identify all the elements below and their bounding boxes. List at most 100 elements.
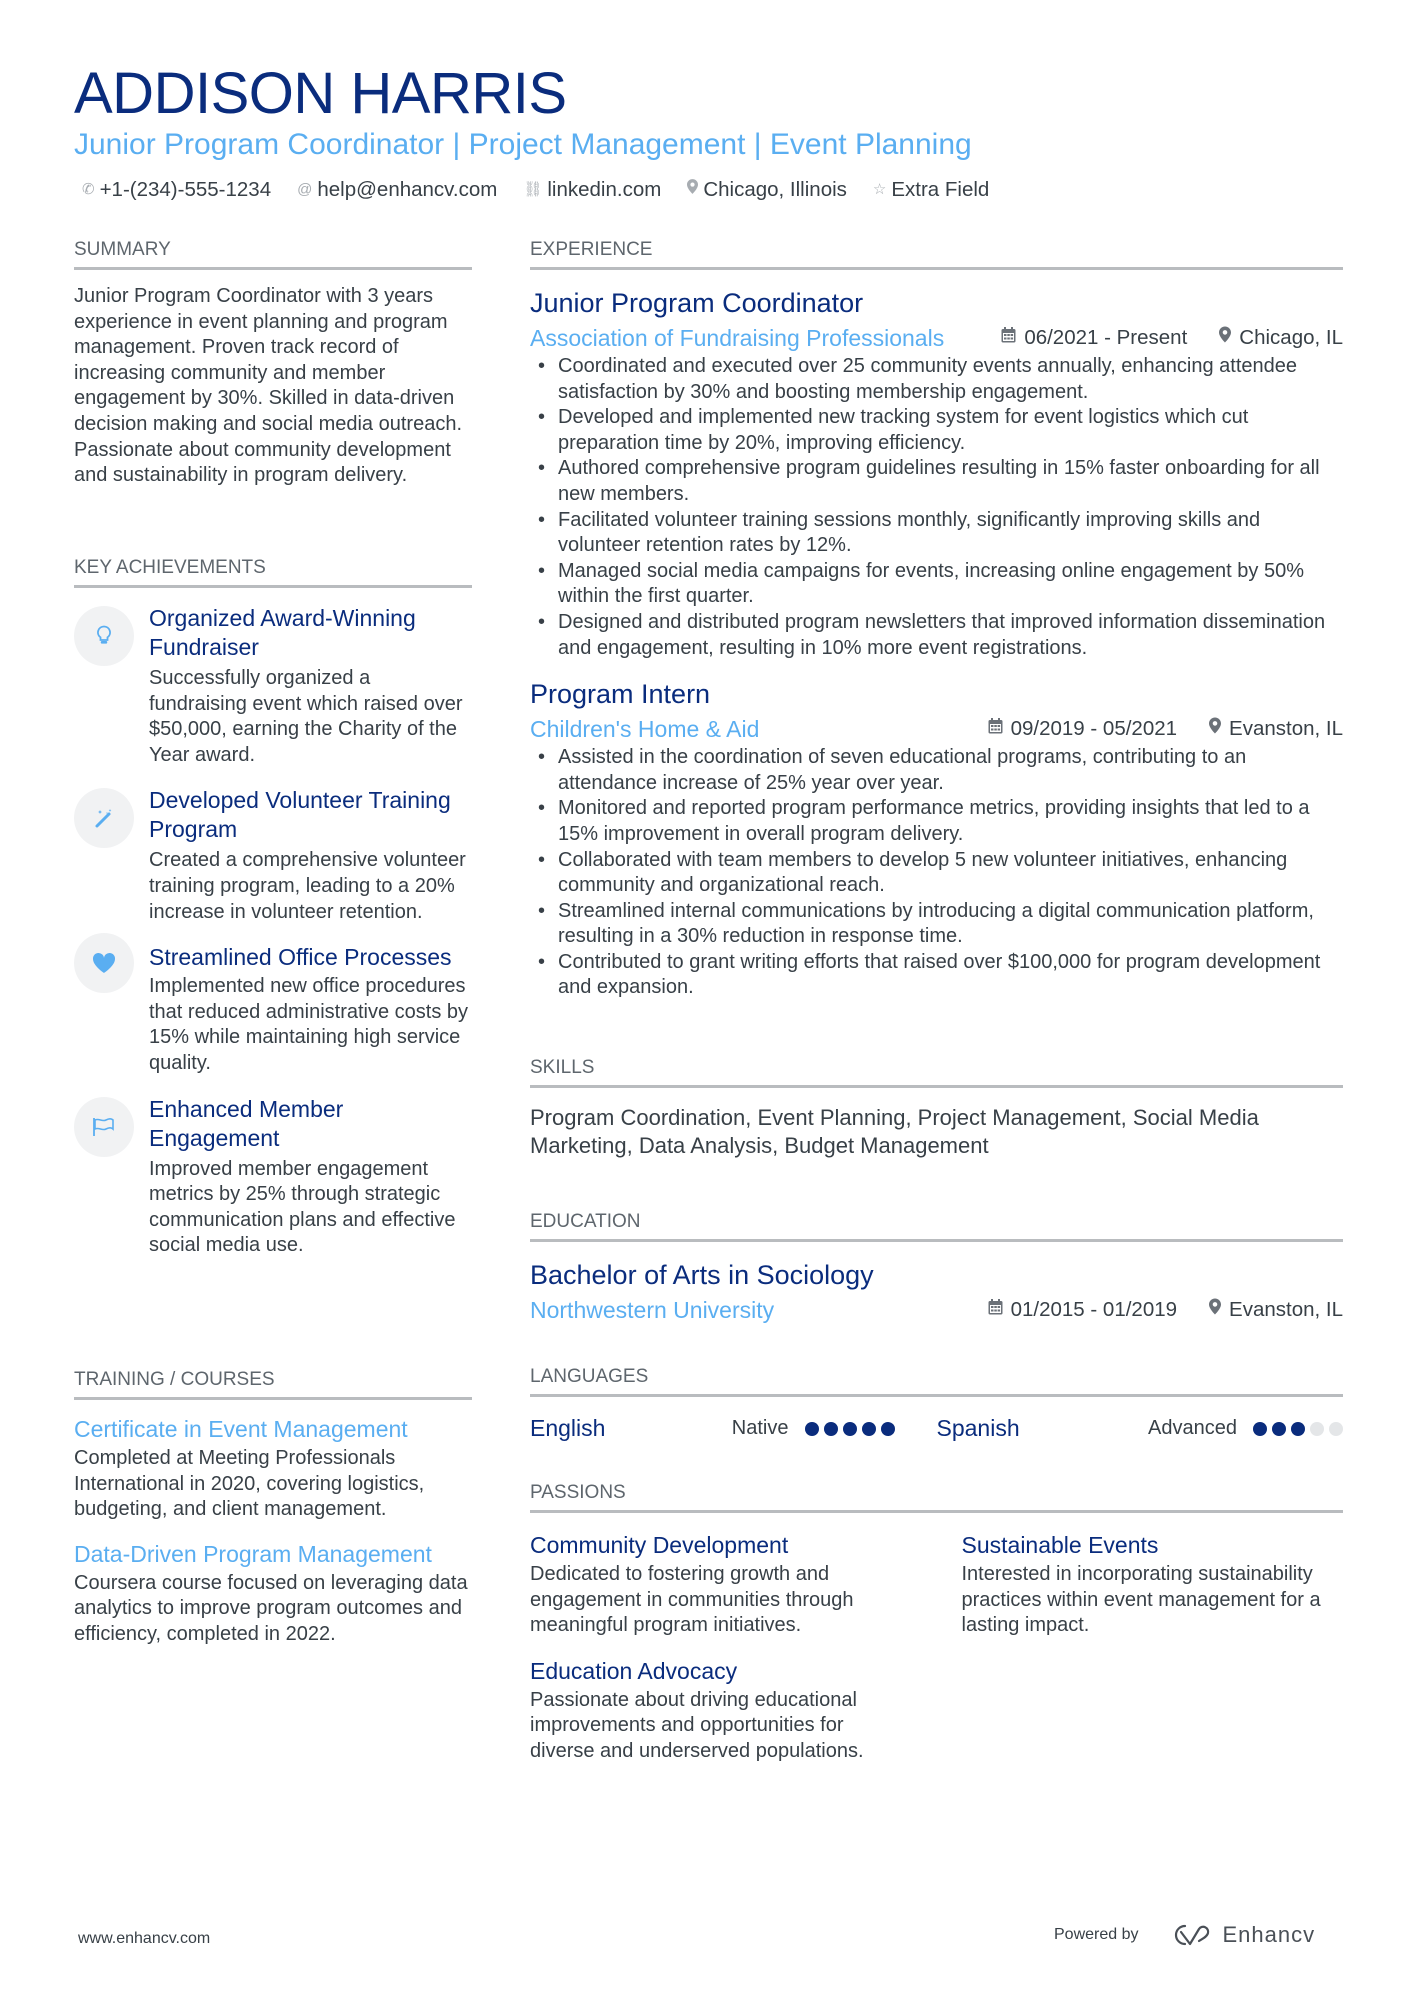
- bullet-item: Monitored and reported program performan…: [530, 796, 1343, 847]
- achievement-item: Developed Volunteer Training Program Cre…: [74, 786, 472, 925]
- section-title-summary: SUMMARY: [74, 238, 472, 270]
- job-entry: Program Intern Children's Home & Aid 09/…: [530, 677, 1343, 1001]
- achievement-title: Streamlined Office Processes: [149, 944, 452, 971]
- achievement-text: Improved member engagement metrics by 25…: [149, 1157, 456, 1257]
- language-item: Spanish Advanced: [937, 1415, 1343, 1442]
- rating-dot-empty: [1329, 1421, 1343, 1436]
- education-section: EDUCATION Bachelor of Arts in Sociology …: [530, 1210, 1343, 1325]
- job-bullets: Coordinated and executed over 25 communi…: [530, 354, 1343, 661]
- section-title-education: EDUCATION: [530, 1210, 1343, 1242]
- lightbulb-icon: [74, 606, 134, 666]
- language-rating: [804, 1421, 895, 1436]
- footer-website-link[interactable]: www.enhancv.com: [78, 1930, 210, 1948]
- passion-title: Sustainable Events: [961, 1532, 1159, 1558]
- bullet-item: Coordinated and executed over 25 communi…: [530, 354, 1343, 405]
- language-level: Advanced: [1148, 1417, 1237, 1439]
- calendar-icon: [1001, 323, 1016, 353]
- contact-row: ✆ +1-(234)-555-1234 @ help@enhancv.com ⛓ li…: [82, 177, 989, 203]
- bullet-item: Assisted in the coordination of seven ed…: [530, 745, 1343, 796]
- achievement-title: Developed Volunteer Training Program: [149, 787, 451, 843]
- training-section: TRAINING / COURSES Certificate in Event …: [74, 1368, 472, 1648]
- calendar-icon: [988, 714, 1003, 744]
- bullet-item: Facilitated volunteer training sessions …: [530, 508, 1343, 559]
- contact-extra: ☆ Extra Field: [872, 178, 990, 201]
- job-meta: Association of Fundraising Professionals…: [530, 323, 1343, 353]
- enhancv-logo[interactable]: Enhancv: [1167, 1922, 1316, 1948]
- passions-grid: Community Development Dedicated to foste…: [530, 1513, 1343, 1765]
- brand-name: Enhancv: [1222, 1922, 1316, 1947]
- passion-text: Dedicated to fostering growth and engage…: [530, 1563, 854, 1637]
- rating-dot-filled: [804, 1421, 819, 1436]
- skills-section: SKILLS Program Coordination, Event Plann…: [530, 1056, 1343, 1160]
- achievement-text: Implemented new office procedures that r…: [149, 975, 469, 1074]
- education-meta: Northwestern University 01/2015 - 01/201…: [530, 1295, 1343, 1325]
- enhancv-logo-icon: [1174, 1924, 1209, 1946]
- footer-branding: Powered by Enhancv: [1054, 1922, 1315, 1948]
- degree-title: Bachelor of Arts in Sociology: [530, 1260, 874, 1290]
- rating-dot-empty: [1310, 1421, 1324, 1436]
- link-icon: ⛓: [523, 181, 543, 198]
- summary-section: SUMMARY Junior Program Coordinator with …: [74, 238, 472, 489]
- location-icon: [1209, 714, 1222, 744]
- heart-icon: [74, 933, 134, 994]
- section-title-skills: SKILLS: [530, 1056, 1343, 1088]
- location-icon: [1209, 1295, 1222, 1325]
- bullet-item: Contributed to grant writing efforts tha…: [530, 950, 1343, 1001]
- job-title: Program Intern: [530, 679, 711, 710]
- achievement-title: Organized Award-Winning Fundraiser: [149, 605, 416, 660]
- summary-text: Junior Program Coordinator with 3 years …: [74, 285, 462, 487]
- school-name: Northwestern University: [530, 1297, 775, 1323]
- achievements-section: KEY ACHIEVEMENTS Organized Award-Winning…: [74, 556, 472, 1259]
- achievement-title: Enhanced Member Engagement: [149, 1095, 344, 1151]
- passion-item: Community Development Dedicated to foste…: [530, 1531, 912, 1639]
- passion-text: Interested in incorporating sustainabili…: [961, 1563, 1321, 1637]
- passion-title: Community Development: [530, 1532, 789, 1558]
- rating-dot-filled: [842, 1421, 857, 1436]
- job-meta: Children's Home & Aid 09/2019 - 05/2021 …: [530, 714, 1343, 744]
- language-name: English: [530, 1415, 606, 1441]
- achievement-text: Successfully organized a fundraising eve…: [149, 667, 463, 766]
- phone-icon: ✆: [82, 181, 95, 198]
- flag-icon: [74, 1096, 134, 1157]
- course-title: Certificate in Event Management: [74, 1416, 408, 1442]
- contact-phone[interactable]: ✆ +1-(234)-555-1234: [82, 177, 271, 203]
- achievement-item: Enhanced Member Engagement Improved memb…: [74, 1095, 472, 1259]
- education-dates: 01/2015 - 01/2019: [1010, 1298, 1178, 1321]
- passion-title: Education Advocacy: [530, 1657, 738, 1684]
- contact-email[interactable]: @ help@enhancv.com: [297, 177, 497, 203]
- passion-item: Education Advocacy Passionate about driv…: [530, 1657, 912, 1765]
- job-company: Children's Home & Aid: [530, 716, 760, 743]
- magic-wand-icon: [74, 788, 134, 849]
- job-entry: Junior Program Coordinator Association o…: [530, 286, 1343, 661]
- section-title-training: TRAINING / COURSES: [74, 1368, 472, 1400]
- course-text: Completed at Meeting Professionals Inter…: [74, 1447, 425, 1521]
- contact-location: Chicago, Illinois: [687, 177, 847, 203]
- rating-dot-filled: [861, 1421, 876, 1436]
- language-item: English Native: [530, 1415, 937, 1442]
- rating-dot-filled: [823, 1421, 838, 1436]
- contact-linkedin[interactable]: ⛓ linkedin.com: [523, 177, 661, 203]
- job-dates: 09/2019 - 05/2021: [1010, 717, 1178, 741]
- candidate-headline: Junior Program Coordinator | Project Man…: [74, 128, 972, 161]
- bullet-item: Managed social media campaigns for event…: [530, 559, 1343, 610]
- at-icon: @: [297, 181, 313, 198]
- bullet-item: Collaborated with team members to develo…: [530, 848, 1343, 899]
- rating-dot-filled: [880, 1421, 895, 1436]
- achievement-item: Organized Award-Winning Fundraiser Succe…: [74, 604, 472, 768]
- languages-list: English Native Spanish Advanced: [530, 1415, 1343, 1442]
- job-company: Association of Fundraising Professionals: [530, 325, 945, 351]
- achievement-item: Streamlined Office Processes Implemented…: [74, 933, 472, 1076]
- language-level: Native: [731, 1417, 789, 1439]
- job-location: Evanston, IL: [1229, 717, 1343, 741]
- job-bullets: Assisted in the coordination of seven ed…: [530, 745, 1343, 1001]
- bullet-item: Developed and implemented new tracking s…: [530, 405, 1343, 456]
- star-icon: ☆: [872, 181, 887, 198]
- bullet-item: Designed and distributed program newslet…: [530, 610, 1343, 661]
- section-title-languages: LANGUAGES: [530, 1365, 1343, 1397]
- location-icon: [687, 177, 699, 203]
- job-location: Chicago, IL: [1239, 326, 1343, 349]
- achievement-text: Created a comprehensive volunteer traini…: [149, 849, 466, 923]
- experience-section: EXPERIENCE Junior Program Coordinator As…: [530, 238, 1343, 1001]
- passions-section: PASSIONS Community Development Dedicated…: [530, 1481, 1343, 1765]
- passion-text: Passionate about driving educational imp…: [530, 1688, 864, 1762]
